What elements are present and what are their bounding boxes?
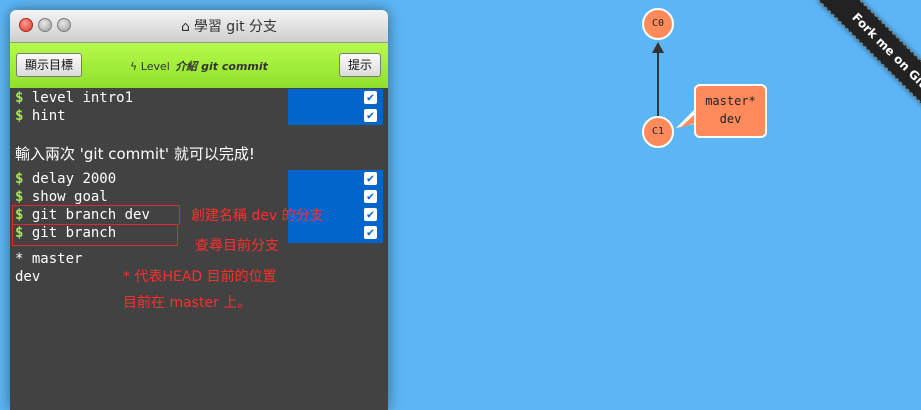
branch-name-master: master* — [705, 94, 756, 108]
github-ribbon: Fork me on GitHub — [771, 0, 921, 150]
commit-node-c1[interactable]: C1 — [642, 116, 674, 148]
commit-node-c0[interactable]: C0 — [642, 8, 674, 40]
fork-me-link[interactable]: Fork me on GitHub — [817, 0, 921, 142]
branch-name-dev: dev — [719, 112, 742, 126]
branch-label[interactable]: master* dev — [694, 84, 767, 138]
edge-arrow-icon — [652, 42, 664, 53]
